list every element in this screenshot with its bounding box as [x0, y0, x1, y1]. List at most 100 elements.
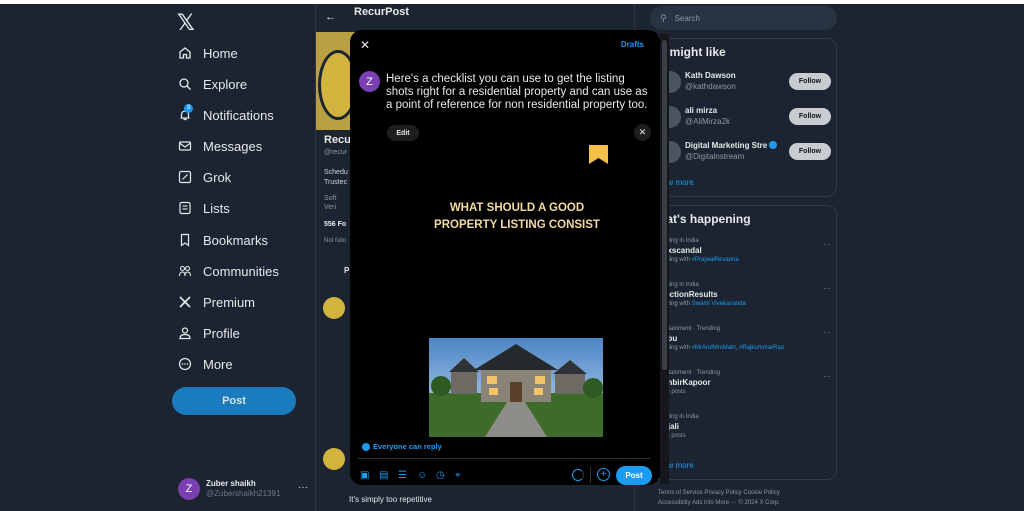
footer-links: Terms of Service Privacy Policy Cookie P…	[658, 488, 780, 508]
post-text: It's simply too repetitive	[349, 495, 432, 504]
trend-item[interactable]: nding in India njali 33 posts	[663, 414, 831, 439]
suggestion-handle: @AliMirza2k	[685, 117, 731, 126]
trend-topic: lectionResults	[663, 290, 718, 299]
post-avatar[interactable]	[323, 297, 345, 319]
back-arrow-icon[interactable]: ←	[325, 11, 336, 23]
nav-communities[interactable]: Communities	[178, 259, 279, 283]
x-logo-icon[interactable]: 𝕏	[177, 10, 195, 36]
page-title: RecurPost	[354, 6, 410, 18]
image-icon[interactable]: ▣	[360, 469, 379, 481]
follow-suggestion[interactable]: Kath Dawson @kathdawson Follow	[659, 69, 831, 97]
trend-item[interactable]: nding in India lectionResults nding with…	[663, 282, 831, 307]
follow-button[interactable]: Follow	[789, 143, 831, 160]
trend-context: nding in India	[663, 414, 699, 420]
trend-item[interactable]: ertainment · Trending abu nding with #Mr…	[663, 326, 831, 351]
more-dots-icon[interactable]: ···	[823, 284, 831, 293]
nav-explore[interactable]: Explore	[178, 72, 247, 96]
trend-link[interactable]: Swami Vivekananda	[692, 301, 746, 307]
suggestion-handle: @Digitalnstream	[685, 152, 745, 161]
meta-line: Veri	[324, 204, 337, 211]
who-to-follow-card: u might like Kath Dawson @kathdawson Fol…	[650, 38, 837, 197]
remove-media-icon[interactable]: ✕	[634, 124, 651, 141]
nav-premium[interactable]: Premium	[178, 290, 255, 314]
post-textarea[interactable]: Here's a checklist you can use to get th…	[386, 73, 648, 112]
grok-icon	[178, 170, 192, 184]
bio-line: Schedu	[324, 169, 348, 176]
nav-messages[interactable]: Messages	[178, 134, 262, 158]
search-icon	[178, 77, 192, 91]
trend-link[interactable]: #PrajwalRevanna	[692, 257, 739, 263]
follow-button[interactable]: Follow	[789, 73, 831, 90]
nav-home[interactable]: Home	[178, 41, 238, 65]
notification-badge: 3	[184, 104, 193, 113]
nav-label: Premium	[203, 294, 256, 310]
bio-line: Trustec	[324, 179, 348, 186]
person-icon	[178, 326, 192, 340]
globe-icon	[362, 442, 370, 451]
attached-media: Edit ✕ WHAT SHOULD A GOOD PROPERTY LISTI…	[375, 119, 655, 439]
add-post-button[interactable]: +	[597, 468, 610, 481]
more-dots-icon[interactable]: ···	[823, 372, 831, 381]
post-avatar[interactable]	[323, 448, 345, 470]
compose-dialog: ✕ Drafts Z Here's a checklist you can us…	[350, 30, 660, 485]
more-dots-icon[interactable]: ···	[823, 240, 831, 249]
trend-topic: abu	[663, 334, 678, 343]
modal-scrollbar[interactable]	[660, 34, 669, 484]
bookmark-icon	[178, 233, 192, 247]
scrollbar-thumb[interactable]	[662, 40, 667, 370]
search-input[interactable]: ⚲ Search	[650, 6, 837, 30]
location-icon[interactable]: ⌖	[455, 469, 474, 481]
meta-line: Soft	[324, 195, 337, 202]
close-icon[interactable]: ✕	[360, 38, 370, 52]
follow-button[interactable]: Follow	[789, 108, 831, 125]
trend-topic: anbirKapoor	[663, 378, 711, 387]
nav-label: Home	[203, 45, 238, 61]
trend-item[interactable]: ertainment · Trending anbirKapoor 53 pos…	[663, 370, 831, 395]
trend-sub: nding with Swami Vivekananda	[663, 301, 831, 307]
search-icon: ⚲	[660, 12, 667, 23]
post-button[interactable]: Post	[616, 466, 652, 485]
followers-count[interactable]: 556 Fo	[324, 221, 346, 228]
list-icon	[178, 201, 192, 215]
schedule-icon[interactable]: ◷	[436, 469, 455, 481]
nav-label: Communities	[203, 263, 279, 279]
nav-label: More	[203, 356, 233, 372]
sidebar-post-button[interactable]: Post	[172, 387, 296, 415]
emoji-icon[interactable]: ☺	[417, 469, 436, 481]
nav-notifications[interactable]: 3 Notifications	[178, 103, 274, 127]
tab-posts[interactable]: P	[344, 266, 349, 275]
nav-label: Grok	[203, 169, 232, 185]
bookmark-ribbon-icon	[589, 145, 608, 164]
profile-handle: @recur	[324, 149, 348, 156]
card-title: hat's happening	[659, 212, 751, 226]
divider	[358, 458, 650, 459]
edit-media-button[interactable]: Edit	[387, 125, 419, 141]
nav-bookmarks[interactable]: Bookmarks	[178, 228, 268, 252]
footer-line[interactable]: Terms of Service Privacy Policy Cookie P…	[658, 488, 780, 498]
footer-line[interactable]: Accessibility Ads info More ··· © 2024 X…	[658, 498, 780, 508]
gif-icon[interactable]: ▤	[379, 469, 398, 481]
account-name: Zuber shaikh	[206, 479, 256, 488]
account-switcher[interactable]: Z Zuber shaikh @Zubershaikh21391 ···	[178, 476, 308, 502]
more-dots-icon[interactable]: ···	[823, 328, 831, 337]
media-headline: WHAT SHOULD A GOOD PROPERTY LISTING CONS…	[405, 200, 629, 234]
trend-item[interactable]: nding in India exscandal nding with #Pra…	[663, 238, 831, 263]
more-circle-icon	[178, 357, 192, 371]
reply-setting-button[interactable]: Everyone can reply	[362, 442, 442, 451]
trend-link[interactable]: #MrAndMrsMahi, #RajkummarRao	[692, 345, 784, 351]
house-photo	[429, 338, 603, 437]
poll-icon[interactable]: ☰	[398, 469, 417, 481]
headline-line: PROPERTY LISTING CONSIST	[434, 219, 600, 231]
nav-grok[interactable]: Grok	[178, 165, 231, 189]
left-sidebar: 𝕏 Home Explore 3 Notifications Messages …	[160, 4, 310, 511]
avatar: Z	[359, 71, 380, 92]
trend-context: nding in India	[663, 238, 699, 244]
follow-suggestion[interactable]: Digital Marketing Stre @Digitalnstream F…	[659, 139, 831, 167]
nav-lists[interactable]: Lists	[178, 196, 230, 220]
nav-profile[interactable]: Profile	[178, 321, 240, 345]
suggestion-name-text: Digital Marketing Stre	[685, 141, 768, 150]
nav-more[interactable]: More	[178, 352, 233, 376]
drafts-button[interactable]: Drafts	[621, 40, 644, 49]
follow-suggestion[interactable]: ali mirza @AliMirza2k Follow	[659, 104, 831, 132]
avatar: Z	[178, 478, 200, 500]
